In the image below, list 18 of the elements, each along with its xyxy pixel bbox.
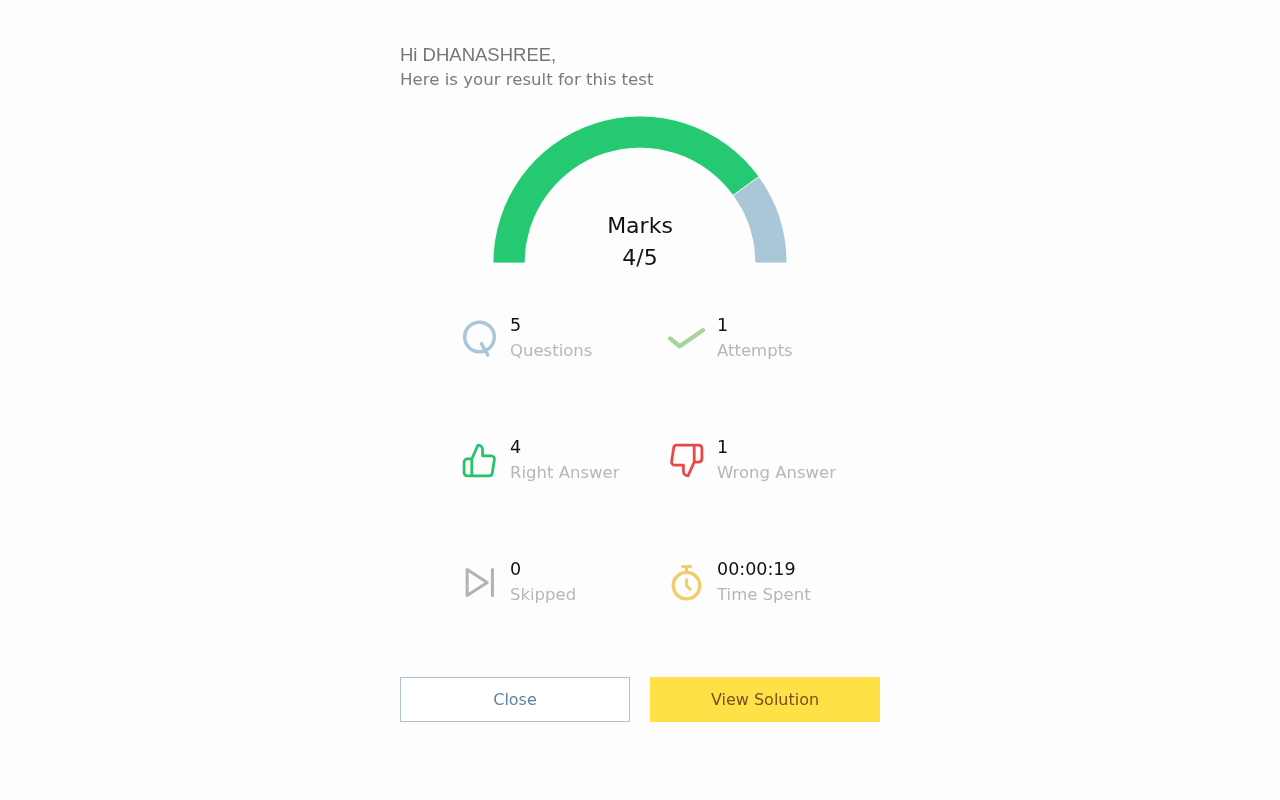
greeting-text: Hi DHANASHREE, (400, 44, 557, 66)
stat-value: 0 (510, 558, 522, 581)
stat-label: Wrong Answer (717, 462, 837, 484)
close-button[interactable]: Close (400, 677, 630, 722)
stat-label: Skipped (510, 584, 577, 606)
gauge-value: 4/5 (622, 244, 658, 272)
stat-value: 1 (717, 436, 729, 459)
stat-value: 1 (717, 314, 729, 337)
stat-value: 5 (510, 314, 522, 337)
stat-value: 00:00:19 (717, 558, 796, 581)
subtitle-text: Here is your result for this test (400, 69, 654, 91)
stat-value: 4 (510, 436, 522, 459)
view-solution-button[interactable]: View Solution (650, 677, 880, 722)
stat-label: Time Spent (717, 584, 811, 606)
stat-label: Attempts (717, 340, 793, 362)
stat-label: Right Answer (510, 462, 620, 484)
stat-label: Questions (510, 340, 593, 362)
gauge-label: Marks (607, 212, 673, 240)
